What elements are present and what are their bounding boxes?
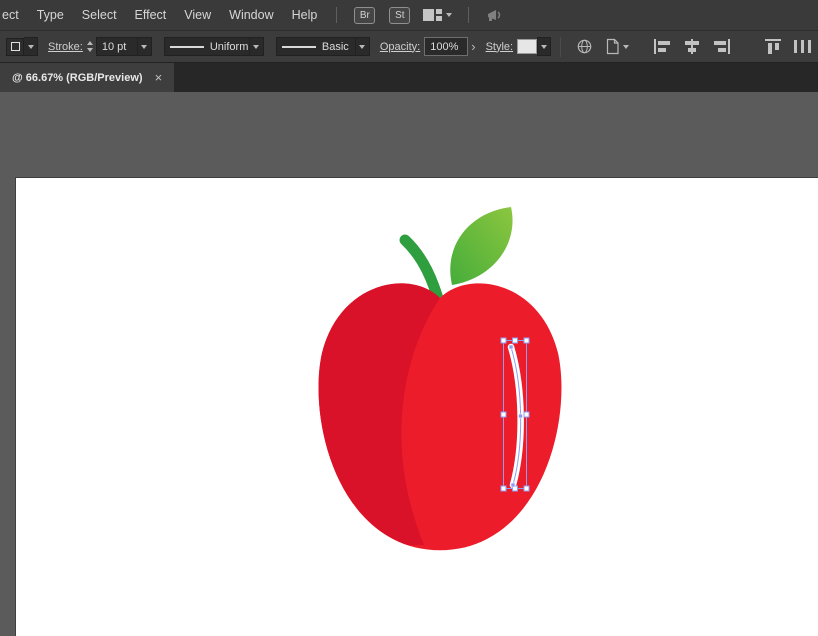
brush-chevron[interactable] [356,37,370,56]
document-setup-icon [605,38,620,55]
menu-select[interactable]: Select [73,0,126,30]
width-profile-value: Uniform [210,41,249,53]
selection-handle[interactable] [513,338,518,343]
align-right-icon[interactable] [711,38,731,55]
control-bar: Stroke: 10 pt Uniform Basic Opacity: 100… [0,30,818,63]
share-feedback-icon [485,8,505,23]
chevron-down-icon [623,45,629,49]
uniform-line-icon [170,46,204,48]
opacity-label[interactable]: Opacity: [380,41,420,53]
opacity-expand-button[interactable]: › [471,39,475,54]
chevron-down-icon [28,45,34,49]
menu-effect[interactable]: Effect [126,0,176,30]
align-tools [653,38,814,55]
control-separator [560,37,561,57]
pasteboard[interactable] [0,92,818,636]
align-top-icon[interactable] [763,38,783,55]
menu-type[interactable]: Type [28,0,73,30]
apple-artwork[interactable] [290,195,580,555]
document-globe-button[interactable] [576,38,593,55]
workspace-switcher-button[interactable] [423,8,452,22]
chevron-down-icon [141,45,147,49]
menu-window[interactable]: Window [220,0,282,30]
align-center-icon[interactable] [682,38,702,55]
chevron-down-icon [446,13,452,17]
anchor-point[interactable] [511,483,515,487]
bridge-icon[interactable]: Br [354,7,375,24]
chevron-down-icon [253,45,259,49]
align-left-icon[interactable] [653,38,673,55]
stroke-label[interactable]: Stroke: [48,41,83,53]
document-tab-bar: @ 66.67% (RGB/Preview) × [0,63,818,92]
opacity-input[interactable]: 100% [424,37,468,56]
fill-swatch-color [11,42,20,51]
brush-value: Basic [322,41,349,53]
anchor-point[interactable] [519,414,523,418]
selection-handle[interactable] [501,338,506,343]
document-globe-icon [576,38,593,55]
menu-separator [336,7,337,23]
fill-swatch-chevron[interactable] [24,37,38,56]
workspace-switcher-icon [423,8,443,22]
stroke-weight-stepper[interactable] [87,41,93,52]
document-tab[interactable]: @ 66.67% (RGB/Preview) × [0,63,174,92]
style-chevron[interactable] [537,37,551,56]
artboard[interactable] [16,178,818,636]
menu-bar: ect Type Select Effect View Window Help … [0,0,818,30]
selection-handle[interactable] [524,486,529,491]
fill-swatch-dropdown[interactable] [6,37,38,56]
distribute-icon[interactable] [792,38,812,55]
selection-handle[interactable] [524,338,529,343]
menu-help[interactable]: Help [283,0,327,30]
fill-swatch[interactable] [6,38,24,56]
share-feedback-button[interactable] [485,8,505,23]
illustrator-window: ect Type Select Effect View Window Help … [0,0,818,636]
chevron-down-icon [541,45,547,49]
width-profile-dropdown[interactable]: Uniform [164,37,250,56]
menu-separator [468,7,469,23]
stock-icon[interactable]: St [389,7,410,24]
brush-dropdown[interactable]: Basic [276,37,356,56]
anchor-point[interactable] [509,345,513,349]
selection-handle[interactable] [501,486,506,491]
document-tab-title: @ 66.67% (RGB/Preview) [12,72,143,84]
stroke-weight-chevron[interactable] [138,37,152,56]
apple-leaf[interactable] [450,207,512,285]
stroke-weight-input[interactable]: 10 pt [96,37,138,56]
selection-handle[interactable] [524,412,529,417]
style-swatch[interactable] [517,39,537,54]
menu-view[interactable]: View [175,0,220,30]
document-setup-button[interactable] [605,38,629,55]
chevron-down-icon [359,45,365,49]
stepper-down-icon [87,48,93,52]
selection-handle[interactable] [501,412,506,417]
close-icon[interactable]: × [155,71,163,84]
width-profile-chevron[interactable] [250,37,264,56]
stepper-up-icon [87,41,93,45]
basic-brush-line-icon [282,46,316,48]
style-label[interactable]: Style: [486,41,514,53]
menu-object[interactable]: ect [0,0,28,30]
